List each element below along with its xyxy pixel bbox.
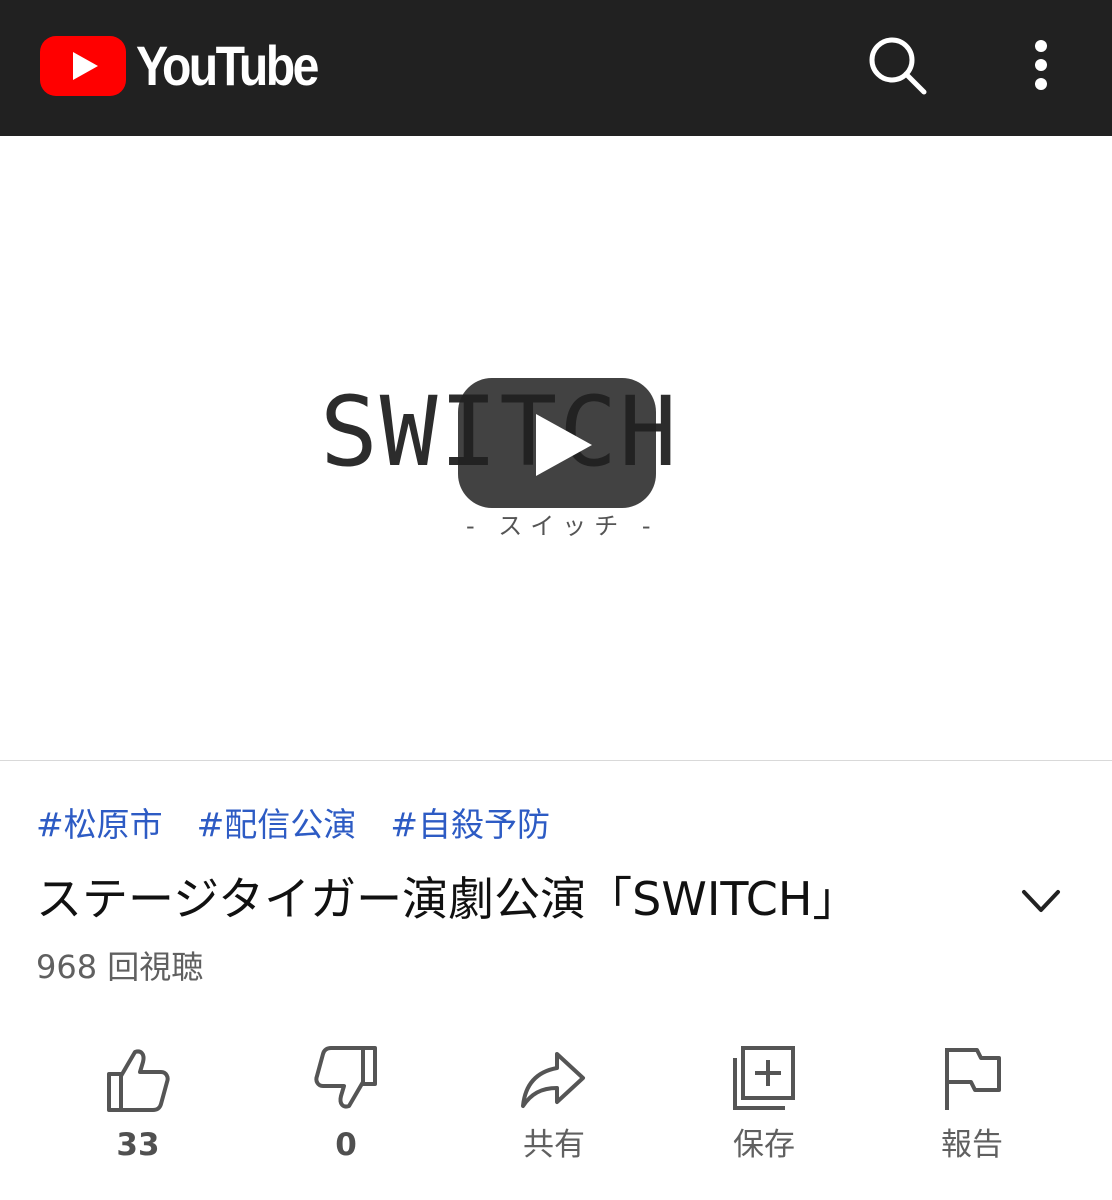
youtube-logo[interactable]: YouTube xyxy=(40,34,346,98)
youtube-play-logo-icon xyxy=(40,36,126,96)
report-button[interactable]: 報告 xyxy=(892,1030,1052,1190)
more-vert-icon xyxy=(1035,40,1047,90)
search-button[interactable] xyxy=(866,34,932,100)
view-count: 968 回視聴 xyxy=(36,948,204,986)
save-button[interactable]: 保存 xyxy=(684,1030,844,1190)
more-options-button[interactable] xyxy=(1014,34,1068,100)
playlist-add-icon xyxy=(733,1046,795,1110)
youtube-wordmark: YouTube xyxy=(136,34,319,97)
chevron-down-icon xyxy=(1022,890,1060,912)
hashtag-link[interactable]: #松原市 xyxy=(36,800,163,850)
share-label: 共有 xyxy=(523,1127,585,1163)
top-app-bar: YouTube xyxy=(0,0,1112,136)
hashtag-list: #松原市 #配信公演 #自殺予防 xyxy=(36,800,550,850)
dislike-button[interactable]: 0 xyxy=(266,1030,426,1190)
flag-icon xyxy=(945,1048,1001,1110)
action-bar: 33 0 共有 保存 報告 xyxy=(0,1030,1112,1190)
hashtag-link[interactable]: #自殺予防 xyxy=(390,800,550,850)
like-count: 33 xyxy=(116,1127,160,1163)
report-label: 報告 xyxy=(941,1127,1003,1163)
hashtag-link[interactable]: #配信公演 xyxy=(197,800,357,850)
like-button[interactable]: 33 xyxy=(58,1030,218,1190)
save-label: 保存 xyxy=(733,1127,795,1163)
search-icon xyxy=(869,37,927,95)
play-button[interactable] xyxy=(458,378,656,508)
thumbnail-subtitle: - スイッチ - xyxy=(466,512,659,540)
dislike-count: 0 xyxy=(335,1127,357,1163)
video-title: ステージタイガー演劇公演「SWITCH」 xyxy=(36,872,859,926)
expand-description-button[interactable] xyxy=(1014,874,1068,928)
share-button[interactable]: 共有 xyxy=(474,1030,634,1190)
thumbs-down-icon xyxy=(314,1046,377,1109)
thumbs-up-icon xyxy=(107,1049,170,1112)
play-icon xyxy=(536,414,592,476)
share-icon xyxy=(521,1052,585,1108)
